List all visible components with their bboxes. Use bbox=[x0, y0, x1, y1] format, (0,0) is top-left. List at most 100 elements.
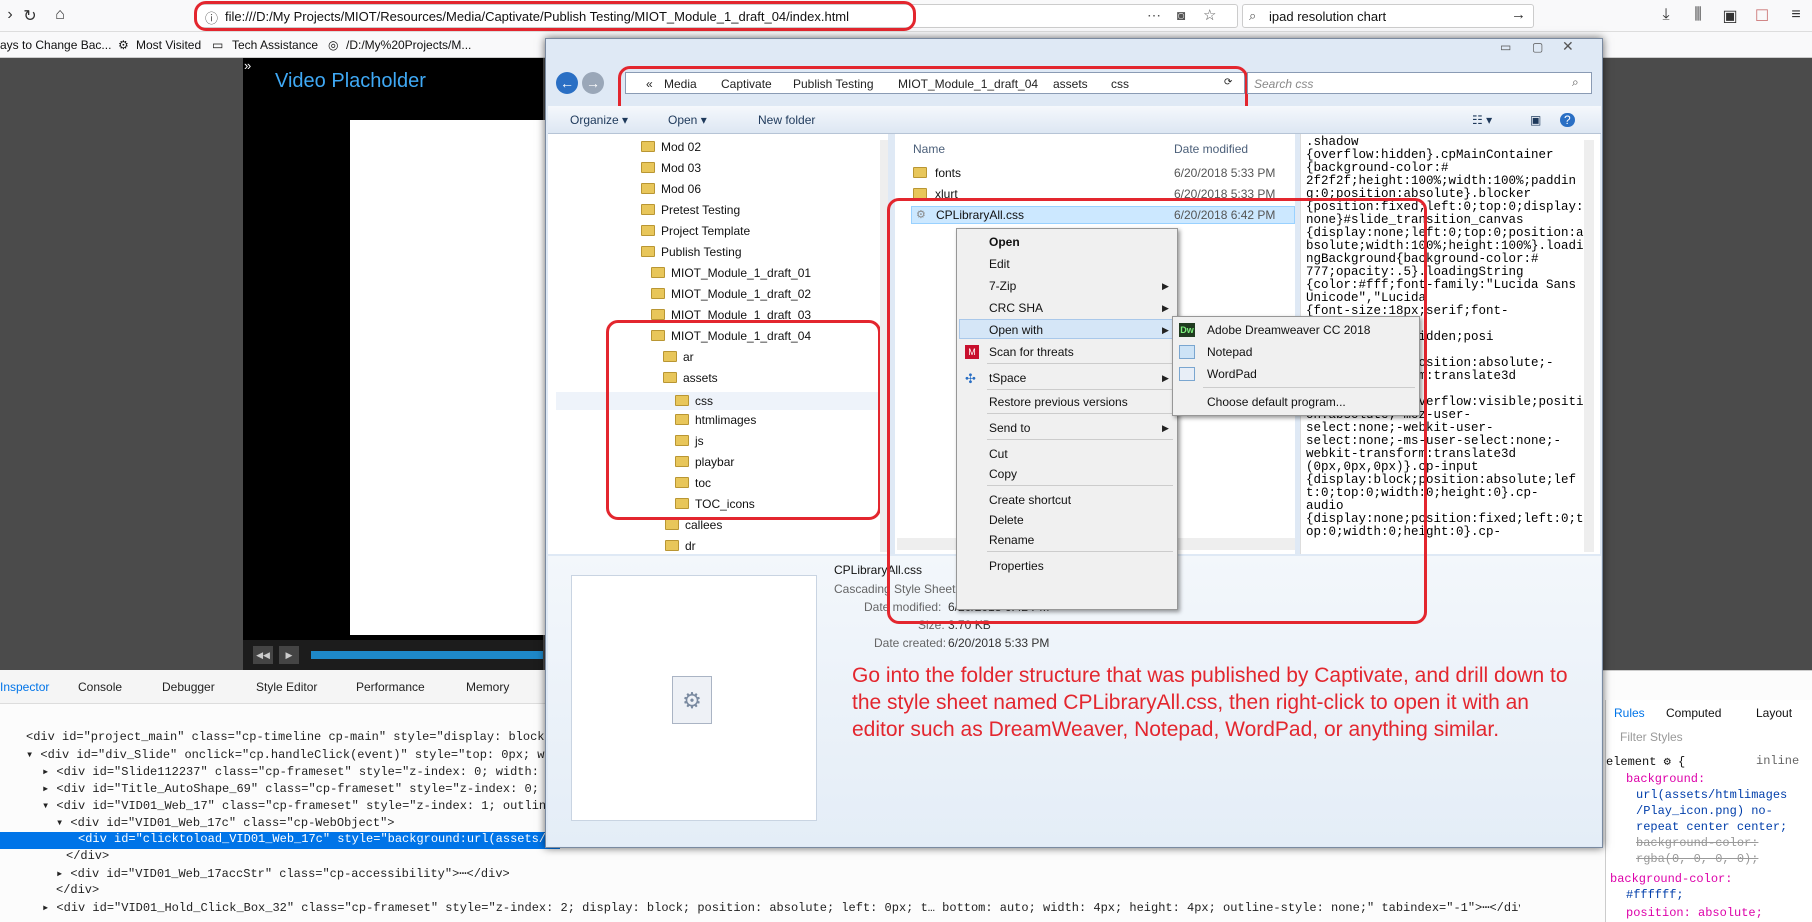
rule-value-overridden[interactable]: rgba(0, 0, 0, 0); bbox=[1636, 852, 1758, 866]
close-icon[interactable]: ✕ bbox=[1562, 38, 1574, 55]
code-line[interactable]: </div> bbox=[0, 849, 560, 866]
account-icon[interactable]: ☐ bbox=[1752, 6, 1772, 26]
tab-memory[interactable]: Memory bbox=[466, 680, 509, 694]
rule-prop[interactable]: background: bbox=[1626, 772, 1705, 786]
home-icon[interactable]: ⌂ bbox=[50, 6, 70, 24]
tab-performance[interactable]: Performance bbox=[356, 680, 425, 694]
tab-inspector[interactable]: Inspector bbox=[0, 680, 49, 694]
go-arrow-icon[interactable]: → bbox=[1511, 6, 1526, 23]
tab-layout[interactable]: Layout bbox=[1756, 706, 1792, 720]
menu-open-with[interactable]: Open with bbox=[989, 323, 1043, 337]
code-line[interactable]: ▾ <div id="VID01_Web_17c" class="cp-WebO… bbox=[0, 815, 560, 832]
tab-console[interactable]: Console bbox=[78, 680, 122, 694]
progress-bar[interactable] bbox=[311, 651, 543, 659]
tab-style-editor[interactable]: Style Editor bbox=[256, 680, 317, 694]
column-date[interactable]: Date modified bbox=[1174, 142, 1248, 156]
page-actions-icon[interactable]: ⋯ bbox=[1147, 7, 1161, 24]
menu-create-shortcut[interactable]: Create shortcut bbox=[989, 493, 1071, 507]
bookmark-local-path[interactable]: /D:/My%20Projects/M... bbox=[346, 38, 471, 52]
code-line[interactable]: ▸ <div id="Title_AutoShape_69" class="cp… bbox=[0, 781, 560, 798]
tree-item[interactable]: Mod 06 bbox=[641, 182, 701, 196]
tab-debugger[interactable]: Debugger bbox=[162, 680, 215, 694]
folder-icon bbox=[651, 267, 665, 278]
menu-7zip[interactable]: 7-Zip bbox=[989, 279, 1016, 293]
preview-scrollbar[interactable] bbox=[1584, 140, 1594, 552]
back-button[interactable]: ← bbox=[556, 72, 578, 94]
tree-item[interactable]: MIOT_Module_1_draft_02 bbox=[651, 287, 811, 301]
bookmark-most-visited[interactable]: Most Visited bbox=[136, 38, 201, 52]
maximize-icon[interactable]: ▢ bbox=[1532, 40, 1543, 54]
menu-edit[interactable]: Edit bbox=[989, 257, 1010, 271]
rule-value[interactable]: #ffffff; bbox=[1626, 888, 1684, 902]
back-icon[interactable]: › bbox=[0, 6, 20, 24]
tree-item[interactable]: dr bbox=[665, 539, 696, 553]
rule-prop-overridden[interactable]: background-color: bbox=[1636, 836, 1758, 850]
menu-open[interactable]: Open bbox=[989, 235, 1020, 249]
bookmark-item[interactable]: ays to Change Bac... bbox=[0, 38, 111, 52]
menu-send-to[interactable]: Send to bbox=[989, 421, 1030, 435]
menu-rename[interactable]: Rename bbox=[989, 533, 1034, 547]
code-line[interactable]: ▸ <div id="VID01_Web_17accStr" class="cp… bbox=[0, 866, 560, 883]
bookmark-tech-assistance[interactable]: Tech Assistance bbox=[232, 38, 318, 52]
menu-cut[interactable]: Cut bbox=[989, 447, 1008, 461]
rule-value[interactable]: /Play_icon.png) no- bbox=[1636, 804, 1773, 818]
search-bar[interactable]: ⌕ ipad resolution chart → bbox=[1242, 4, 1534, 28]
menu-scan[interactable]: Scan for threats bbox=[989, 345, 1074, 359]
menu-restore[interactable]: Restore previous versions bbox=[989, 395, 1128, 409]
expand-icon[interactable]: » bbox=[244, 58, 251, 73]
folder-icon bbox=[665, 540, 679, 551]
forward-button[interactable]: → bbox=[582, 72, 604, 94]
tree-item[interactable]: callees bbox=[665, 518, 722, 532]
open-with-wordpad[interactable]: WordPad bbox=[1207, 367, 1257, 381]
column-name[interactable]: Name bbox=[913, 142, 945, 156]
reload-icon[interactable]: ↻ bbox=[20, 6, 40, 26]
help-icon[interactable]: ? bbox=[1560, 113, 1575, 127]
menu-delete[interactable]: Delete bbox=[989, 513, 1024, 527]
code-line[interactable]: ▾ <div id="div_Slide" onclick="cp.handle… bbox=[0, 747, 560, 764]
tab-computed[interactable]: Computed bbox=[1666, 706, 1721, 720]
downloads-icon[interactable]: ⤓ bbox=[1656, 6, 1676, 24]
rule-prop[interactable]: background-color: bbox=[1610, 872, 1732, 886]
menu-tspace[interactable]: tSpace bbox=[989, 371, 1026, 385]
menu-crc-sha[interactable]: CRC SHA bbox=[989, 301, 1043, 315]
minimize-icon[interactable]: ▭ bbox=[1500, 40, 1511, 54]
code-line-selected[interactable]: <div id="clicktoload_VID01_Web_17c" styl… bbox=[0, 832, 560, 849]
library-icon[interactable]: ⫼ bbox=[1688, 6, 1708, 24]
rule-selector: element ⚙ { bbox=[1606, 755, 1686, 769]
filter-styles-input[interactable]: Filter Styles bbox=[1620, 730, 1683, 744]
pocket-icon[interactable]: ◙ bbox=[1177, 7, 1185, 23]
tree-item[interactable]: Pretest Testing bbox=[641, 203, 740, 217]
choose-default-program[interactable]: Choose default program... bbox=[1207, 395, 1346, 409]
rewind-icon[interactable]: ◀◀ bbox=[253, 646, 273, 664]
bookmark-star-icon[interactable]: ☆ bbox=[1203, 6, 1216, 24]
menu-properties[interactable]: Properties bbox=[989, 559, 1044, 573]
open-with-dreamweaver[interactable]: Adobe Dreamweaver CC 2018 bbox=[1207, 323, 1370, 337]
rule-value[interactable]: url(assets/htmlimages bbox=[1636, 788, 1787, 802]
preview-pane-icon[interactable]: ▣ bbox=[1530, 113, 1541, 127]
new-folder-button[interactable]: New folder bbox=[758, 113, 815, 127]
tree-item[interactable]: Project Template bbox=[641, 224, 750, 238]
views-icon[interactable]: ☷ ▾ bbox=[1472, 113, 1492, 127]
code-line[interactable]: </div> bbox=[0, 883, 560, 900]
organize-button[interactable]: Organize ▾ bbox=[570, 113, 628, 127]
tree-item[interactable]: Publish Testing bbox=[641, 245, 742, 259]
menu-icon[interactable]: ≡ bbox=[1786, 6, 1806, 24]
tree-item[interactable]: Mod 02 bbox=[641, 140, 701, 154]
code-line[interactable]: ▸ <div id="Slide112237" class="cp-frames… bbox=[0, 764, 560, 781]
code-line[interactable]: ▾ <div id="VID01_Web_17" class="cp-frame… bbox=[0, 798, 560, 815]
tree-item[interactable]: Mod 03 bbox=[641, 161, 701, 175]
explorer-search[interactable]: Search css ⌕ bbox=[1247, 72, 1592, 94]
sidebar-icon[interactable]: ▣ bbox=[1720, 6, 1740, 26]
tab-rules[interactable]: Rules bbox=[1614, 706, 1645, 720]
video-placeholder[interactable] bbox=[350, 120, 550, 635]
file-row[interactable]: fonts 6/20/2018 5:33 PM bbox=[895, 164, 1295, 182]
rule-value[interactable]: repeat center center; bbox=[1636, 820, 1787, 834]
play-icon[interactable]: ▶ bbox=[279, 646, 299, 664]
code-line[interactable]: <div id="project_main" class="cp-timelin… bbox=[0, 730, 560, 747]
open-with-notepad[interactable]: Notepad bbox=[1207, 345, 1252, 359]
menu-copy[interactable]: Copy bbox=[989, 467, 1017, 481]
open-button[interactable]: Open ▾ bbox=[668, 113, 707, 127]
code-line[interactable]: ▸ <div id="VID01_Hold_Click_Box_32" clas… bbox=[0, 900, 1520, 917]
rule-prop[interactable]: position: absolute; bbox=[1626, 906, 1763, 920]
tree-item[interactable]: MIOT_Module_1_draft_01 bbox=[651, 266, 811, 280]
